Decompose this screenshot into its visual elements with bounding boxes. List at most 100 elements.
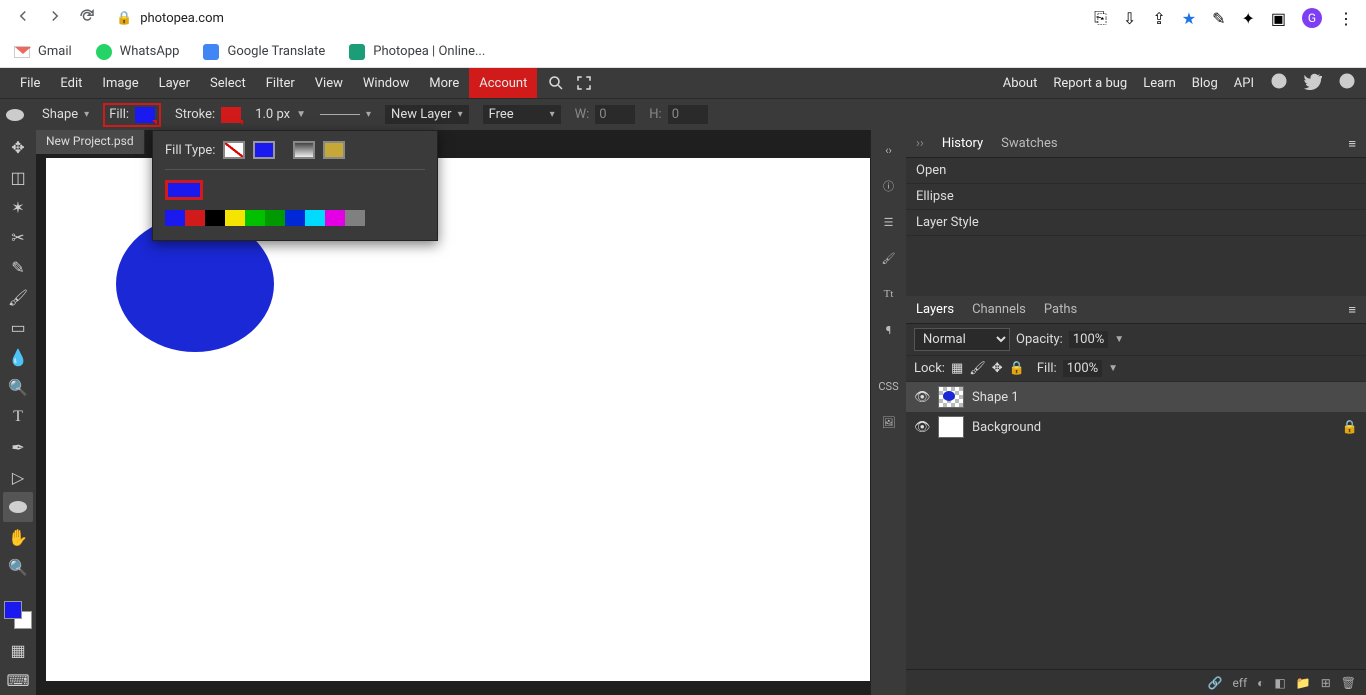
layer-row-background[interactable]: 👁 Background 🔒 [906,412,1366,442]
palette-color-4[interactable] [245,210,265,226]
link-blog[interactable]: Blog [1192,76,1218,91]
character-icon[interactable]: Tt [875,280,903,308]
fill-type-solid[interactable] [253,141,275,159]
tab-layers[interactable]: Layers [916,302,954,317]
menu-window[interactable]: Window [353,68,419,98]
palette-color-6[interactable] [285,210,305,226]
download-icon[interactable]: ⇩ [1123,9,1136,28]
layer-name[interactable]: Shape 1 [972,390,1019,405]
blur-tool[interactable]: 💧 [3,342,33,372]
reload-icon[interactable] [78,7,96,29]
marquee-tool[interactable]: ◫ [3,162,33,192]
crop-tool[interactable]: ✂ [3,222,33,252]
link-api[interactable]: API [1234,76,1254,91]
wand-icon[interactable]: ✎ [1212,9,1225,28]
install-icon[interactable]: ⎘ [1094,8,1107,28]
visibility-icon[interactable]: 👁 [914,420,930,435]
menu-file[interactable]: File [10,68,50,98]
keyboard-icon[interactable]: ⌨ [3,665,33,695]
twitter-icon[interactable] [1304,72,1322,94]
bookmark-photopea[interactable]: Photopea | Online... [349,44,485,60]
link-layers-icon[interactable]: 🔗 [1207,676,1222,690]
kebab-icon[interactable]: ⋮ [1338,9,1354,28]
adjustment-icon[interactable]: ◧ [1274,676,1285,690]
fg-bg-colors[interactable] [4,601,32,629]
fill-dropdown-icon[interactable]: ▼ [1108,363,1118,374]
layer-thumb-icon[interactable] [938,386,964,408]
current-color-swatch[interactable] [165,180,203,200]
palette-color-3[interactable] [225,210,245,226]
lock-all-icon[interactable]: 🔒 [1009,361,1025,376]
fill-type-pattern[interactable] [323,141,345,159]
move-tool[interactable]: ✥ [3,132,33,162]
bookmark-translate[interactable]: Google Translate [203,44,325,60]
opacity-value[interactable]: 100% [1069,331,1108,348]
new-layer-icon[interactable]: ⊞ [1321,676,1331,690]
back-icon[interactable] [14,7,32,29]
paragraph-icon[interactable]: ¶ [875,316,903,344]
ellipse-tool[interactable] [3,492,33,522]
reddit-icon[interactable] [1270,72,1288,94]
width-input[interactable] [595,105,635,124]
brush-panel-icon[interactable]: 🖌 [875,244,903,272]
history-row[interactable]: Layer Style [906,210,1366,236]
constrain-select[interactable]: Free▾ [483,105,561,124]
stroke-width[interactable]: 1.0 px▼ [255,107,306,122]
share-icon[interactable]: ⇪ [1152,9,1165,28]
lock-position-icon[interactable]: ✥ [992,361,1003,376]
lock-paint-icon[interactable]: 🖌 [969,361,986,376]
fullscreen-icon[interactable] [575,74,593,92]
layer-fill-value[interactable]: 100% [1063,360,1102,377]
tab-history[interactable]: History [942,136,983,151]
panel-menu-icon[interactable]: ≡ [1348,136,1356,152]
hand-tool[interactable]: ✋ [3,522,33,552]
type-tool[interactable]: T [3,402,33,432]
delete-layer-icon[interactable]: 🗑 [1341,676,1356,690]
forward-icon[interactable] [46,7,64,29]
pen-tool[interactable]: ✒ [3,432,33,462]
fill-type-gradient[interactable] [293,141,315,159]
palette-color-5[interactable] [265,210,285,226]
height-input[interactable] [668,105,708,124]
folder-icon[interactable]: 📁 [1296,676,1311,690]
tab-paths[interactable]: Paths [1044,302,1077,317]
stroke-style[interactable]: ▾ [320,109,371,120]
link-learn[interactable]: Learn [1143,76,1176,91]
menu-view[interactable]: View [305,68,353,98]
star-icon[interactable]: ★ [1182,9,1196,28]
stroke-swatch[interactable] [221,107,241,123]
wand-tool[interactable]: ✶ [3,192,33,222]
menu-more[interactable]: More [419,68,469,98]
palette-color-1[interactable] [185,210,205,226]
fill-control[interactable]: Fill: [103,103,161,127]
doc-tab[interactable]: New Project.psd [36,130,145,154]
mask-icon[interactable]: ◐ [1257,676,1264,690]
image-panel-icon[interactable]: 🖼 [875,408,903,436]
palette-color-8[interactable] [325,210,345,226]
menu-edit[interactable]: Edit [50,68,92,98]
extensions-icon[interactable]: ✦ [1241,9,1254,28]
css-icon[interactable]: CSS [875,372,903,400]
bookmark-whatsapp[interactable]: WhatsApp [96,44,180,60]
palette-color-7[interactable] [305,210,325,226]
path-select-tool[interactable]: ▷ [3,462,33,492]
blend-mode-select[interactable]: Normal [914,328,1010,351]
fill-swatch[interactable] [135,107,155,123]
palette-color-2[interactable] [205,210,225,226]
visibility-icon[interactable]: 👁 [914,390,930,405]
palette-color-0[interactable] [165,210,185,226]
omnibox[interactable]: 🔒 photopea.com [116,11,224,26]
bookmark-gmail[interactable]: Gmail [14,44,72,59]
layer-thumb-icon[interactable] [938,416,964,438]
menu-layer[interactable]: Layer [149,68,200,98]
history-row[interactable]: Open [906,158,1366,184]
tab-channels[interactable]: Channels [972,302,1026,317]
fill-type-none[interactable] [223,141,245,159]
eyedropper-tool[interactable]: ✎ [3,252,33,282]
brush-tool[interactable]: 🖌 [3,282,33,312]
menu-select[interactable]: Select [200,68,256,98]
layer-mode-select[interactable]: New Layer▾ [385,105,469,124]
shape-mode-select[interactable]: Shape▾ [42,107,89,122]
menu-image[interactable]: Image [92,68,148,98]
panel-menu-icon[interactable]: ≡ [1348,302,1356,318]
